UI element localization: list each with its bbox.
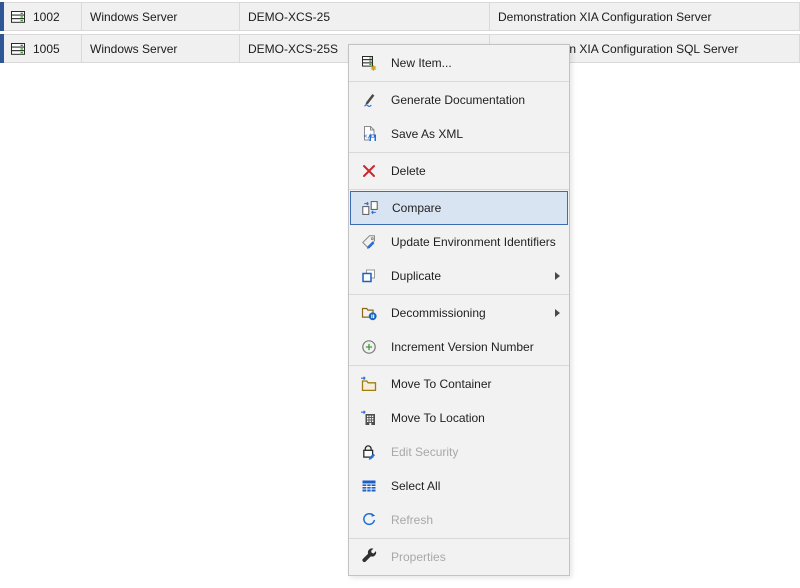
menu-item-label: Decommissioning bbox=[391, 306, 486, 320]
item-type: Windows Server bbox=[90, 10, 177, 24]
delete-icon bbox=[359, 162, 379, 180]
cell-id: 1005 bbox=[4, 35, 82, 62]
menu-item-label: Move To Container bbox=[391, 377, 492, 391]
item-name: DEMO-XCS-25 bbox=[248, 10, 330, 24]
menu-item-label: Select All bbox=[391, 479, 440, 493]
update-environment-identifiers-icon bbox=[359, 233, 379, 251]
decommissioning-icon bbox=[359, 304, 379, 322]
menu-item-select-all[interactable]: Select All bbox=[349, 469, 569, 503]
menu-separator bbox=[349, 189, 569, 190]
menu-item-generate-documentation[interactable]: Generate Documentation bbox=[349, 83, 569, 117]
item-id: 1005 bbox=[33, 42, 60, 56]
item-description: Demonstration XIA Configuration Server bbox=[498, 10, 711, 24]
menu-item-label: Properties bbox=[391, 550, 446, 564]
duplicate-icon bbox=[359, 267, 379, 285]
cell-name: DEMO-XCS-25 bbox=[240, 3, 490, 30]
edit-security-icon bbox=[359, 443, 379, 461]
menu-separator bbox=[349, 81, 569, 82]
menu-item-move-to-container[interactable]: Move To Container bbox=[349, 367, 569, 401]
compare-icon bbox=[360, 199, 380, 217]
menu-item-label: Duplicate bbox=[391, 269, 441, 283]
menu-separator bbox=[349, 538, 569, 539]
menu-item-label: Delete bbox=[391, 164, 426, 178]
menu-item-duplicate[interactable]: Duplicate bbox=[349, 259, 569, 293]
menu-item-save-as-xml[interactable]: </ Save As XML bbox=[349, 117, 569, 151]
menu-item-compare[interactable]: Compare bbox=[350, 191, 568, 225]
menu-item-label: Compare bbox=[392, 201, 441, 215]
table-row[interactable]: 1002 Windows Server DEMO-XCS-25 Demonstr… bbox=[0, 2, 800, 31]
menu-item-new-item[interactable]: New Item... bbox=[349, 46, 569, 80]
menu-item-label: Increment Version Number bbox=[391, 340, 534, 354]
menu-item-refresh: Refresh bbox=[349, 503, 569, 537]
submenu-arrow-icon bbox=[555, 309, 560, 317]
menu-item-update-environment-identifiers[interactable]: Update Environment Identifiers bbox=[349, 225, 569, 259]
menu-item-move-to-location[interactable]: Move To Location bbox=[349, 401, 569, 435]
server-icon bbox=[10, 9, 26, 25]
menu-item-edit-security: Edit Security bbox=[349, 435, 569, 469]
menu-item-increment-version-number[interactable]: Increment Version Number bbox=[349, 330, 569, 364]
properties-icon bbox=[359, 548, 379, 566]
menu-item-label: Update Environment Identifiers bbox=[391, 235, 556, 249]
menu-separator bbox=[349, 294, 569, 295]
menu-item-label: Generate Documentation bbox=[391, 93, 525, 107]
item-id: 1002 bbox=[33, 10, 60, 24]
generate-documentation-icon bbox=[359, 91, 379, 109]
refresh-icon bbox=[359, 511, 379, 529]
save-as-xml-icon: </ bbox=[359, 125, 379, 143]
move-to-container-icon bbox=[359, 375, 379, 393]
move-to-location-icon bbox=[359, 409, 379, 427]
menu-item-delete[interactable]: Delete bbox=[349, 154, 569, 188]
item-name: DEMO-XCS-25S bbox=[248, 42, 338, 56]
submenu-arrow-icon bbox=[555, 272, 560, 280]
menu-separator bbox=[349, 365, 569, 366]
cell-type: Windows Server bbox=[82, 3, 240, 30]
menu-item-label: Move To Location bbox=[391, 411, 485, 425]
select-all-icon bbox=[359, 477, 379, 495]
cell-id: 1002 bbox=[4, 3, 82, 30]
increment-version-number-icon bbox=[359, 338, 379, 356]
menu-item-decommissioning[interactable]: Decommissioning bbox=[349, 296, 569, 330]
item-type: Windows Server bbox=[90, 42, 177, 56]
cell-type: Windows Server bbox=[82, 35, 240, 62]
menu-item-label: Save As XML bbox=[391, 127, 463, 141]
menu-item-properties: Properties bbox=[349, 540, 569, 574]
menu-item-label: New Item... bbox=[391, 56, 452, 70]
new-item-icon bbox=[359, 54, 379, 72]
menu-item-label: Edit Security bbox=[391, 445, 458, 459]
cell-description: Demonstration XIA Configuration Server bbox=[490, 3, 799, 30]
server-icon bbox=[10, 41, 26, 57]
menu-separator bbox=[349, 152, 569, 153]
context-menu: New Item... Generate Documentation </ Sa… bbox=[348, 44, 570, 576]
menu-item-label: Refresh bbox=[391, 513, 433, 527]
